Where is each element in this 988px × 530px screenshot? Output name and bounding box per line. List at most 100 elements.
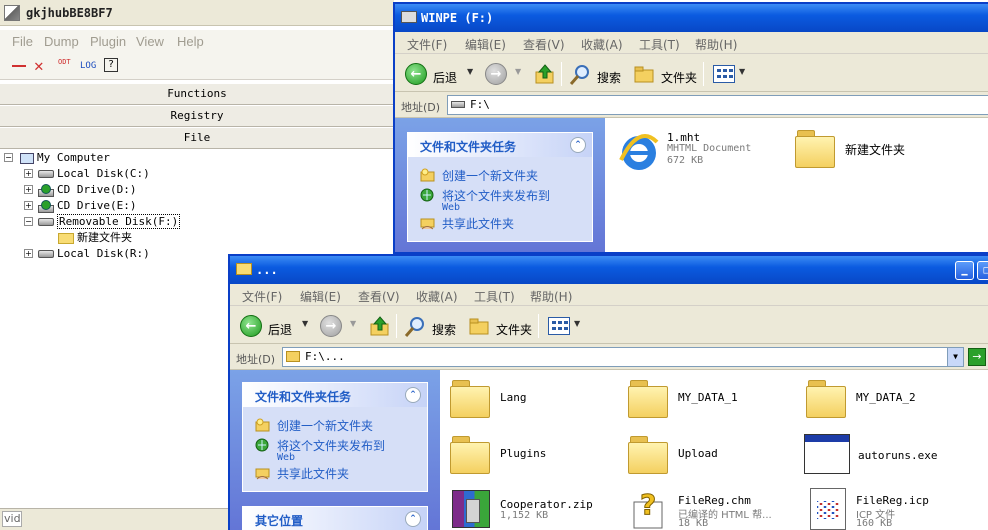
file-item-my-data-2[interactable]: MY_DATA_2 (806, 378, 976, 426)
tree-local-disk-r[interactable]: Local Disk(R:) (38, 246, 150, 262)
chevron-down-icon[interactable]: ▼ (302, 319, 308, 328)
file-item-lang[interactable]: Lang (450, 378, 620, 426)
forward-arrow-icon[interactable]: → (320, 315, 342, 337)
menu-file[interactable]: File (12, 34, 33, 49)
section-functions[interactable]: Functions (0, 83, 394, 105)
close-x-icon[interactable]: ✕ (34, 58, 44, 74)
views-icon[interactable] (713, 65, 735, 83)
tree-cd-drive-e[interactable]: CD Drive(E:) (38, 198, 136, 214)
address-dropdown-chevron-icon[interactable]: ▼ (947, 348, 963, 366)
folder-up-icon[interactable] (370, 316, 390, 336)
file-item-new-folder[interactable]: 新建文件夹 (795, 128, 955, 176)
menu-view[interactable]: View (136, 34, 164, 49)
address-label: 地址(D) (401, 101, 441, 114)
back-button-label[interactable]: 后退 (268, 321, 292, 338)
folders-button-label[interactable]: 文件夹 (496, 321, 532, 338)
minimize-button[interactable]: ▁ (955, 261, 974, 280)
window-title-bar[interactable]: ... ▁ □ (230, 256, 988, 284)
folder-icon (286, 351, 300, 362)
section-registry[interactable]: Registry (0, 105, 394, 127)
maximize-button[interactable]: □ (977, 261, 988, 280)
window-title-bar[interactable]: WINPE (F:) (395, 4, 988, 32)
search-icon[interactable] (569, 64, 591, 86)
chevron-down-icon[interactable]: ▼ (467, 67, 473, 76)
menu-dump[interactable]: Dump (44, 34, 79, 49)
log-button[interactable]: LOG (80, 58, 96, 74)
views-icon[interactable] (548, 317, 570, 335)
file-item-plugins[interactable]: Plugins (450, 434, 620, 482)
menu-help[interactable]: Help (177, 34, 204, 49)
expand-icon[interactable]: + (24, 249, 33, 258)
tree-my-computer[interactable]: My Computer (20, 150, 110, 166)
go-arrow-icon[interactable]: → (968, 348, 986, 366)
file-item-filereg-chm[interactable]: ? FileReg.chm 已编译的 HTML 帮... 18 KB (628, 488, 798, 530)
tree-local-disk-c[interactable]: Local Disk(C:) (38, 166, 150, 182)
menu-edit[interactable]: 编辑(E) (300, 288, 341, 305)
chevron-down-icon[interactable]: ▼ (350, 319, 356, 328)
tree-removable-disk-f[interactable]: Removable Disk(F:) (38, 214, 181, 230)
tree-new-folder[interactable]: 新建文件夹 (58, 230, 132, 246)
menu-edit[interactable]: 编辑(E) (465, 36, 506, 53)
menu-tools[interactable]: 工具(T) (639, 36, 680, 53)
file-tasks-panel: 文件和文件夹任务 ⌃ 创建一个新文件夹 将这个文件夹发布到 Web 共享此文件夹 (407, 132, 593, 242)
back-button-label[interactable]: 后退 (433, 69, 457, 86)
task-panel-title[interactable]: 文件和文件夹任务 ⌃ (408, 133, 592, 157)
menu-favorites[interactable]: 收藏(A) (416, 288, 458, 305)
menu-view[interactable]: 查看(V) (358, 288, 400, 305)
folders-button-label[interactable]: 文件夹 (661, 69, 697, 86)
file-name: Upload (678, 447, 718, 460)
expand-icon[interactable]: + (24, 169, 33, 178)
file-item-cooperator-zip[interactable]: Cooperator.zip 1,152 KB (450, 490, 620, 530)
address-bar: 地址(D) F:\... ▼ → (230, 344, 988, 370)
search-button-label[interactable]: 搜索 (432, 321, 456, 338)
expand-icon[interactable]: + (24, 201, 33, 210)
file-item-mht[interactable]: 1.mht MHTML Document 672 KB (617, 128, 777, 176)
drive-icon (38, 170, 54, 178)
file-item-upload[interactable]: Upload (628, 434, 798, 482)
help-button[interactable]: ? (104, 58, 118, 72)
chevron-down-icon[interactable]: ▼ (574, 319, 580, 328)
folder-icon (806, 380, 846, 418)
menu-help[interactable]: 帮助(H) (530, 288, 572, 305)
menu-file[interactable]: 文件(F) (407, 36, 447, 53)
forward-arrow-icon[interactable]: → (485, 63, 507, 85)
expand-icon[interactable]: + (24, 185, 33, 194)
search-button-label[interactable]: 搜索 (597, 69, 621, 86)
file-name: MY_DATA_2 (856, 391, 916, 404)
task-panel-title[interactable]: 文件和文件夹任务 ⌃ (243, 383, 427, 407)
search-icon[interactable] (404, 316, 426, 338)
address-input[interactable]: F:\... ▼ (282, 347, 964, 367)
tree-cd-drive-d[interactable]: CD Drive(D:) (38, 182, 136, 198)
back-arrow-icon[interactable]: ← (405, 63, 427, 85)
back-arrow-icon[interactable]: ← (240, 315, 262, 337)
drive-icon (401, 11, 417, 23)
odt-button[interactable]: ODT (58, 58, 72, 74)
menu-help[interactable]: 帮助(H) (695, 36, 737, 53)
folders-icon[interactable] (633, 64, 655, 84)
file-item-filereg-icp[interactable]: FileReg.icp ICP 文件 160 KB (806, 488, 976, 530)
collapse-chevron-icon[interactable]: ⌃ (570, 137, 586, 153)
file-name: MY_DATA_1 (678, 391, 738, 404)
collapse-chevron-icon[interactable]: ⌃ (405, 387, 421, 403)
menu-file[interactable]: 文件(F) (242, 288, 282, 305)
collapse-chevron-icon[interactable]: ⌃ (405, 511, 421, 527)
app-icon (4, 5, 20, 21)
other-places-title[interactable]: 其它位置 ⌃ (243, 507, 427, 530)
file-item-my-data-1[interactable]: MY_DATA_1 (628, 378, 798, 426)
minus-icon[interactable] (12, 65, 26, 67)
menu-plugin[interactable]: Plugin (90, 34, 126, 49)
menu-favorites[interactable]: 收藏(A) (581, 36, 623, 53)
collapse-icon[interactable]: − (4, 153, 13, 162)
menu-view[interactable]: 查看(V) (523, 36, 565, 53)
collapse-icon[interactable]: − (24, 217, 33, 226)
new-folder-icon (255, 418, 270, 432)
chevron-down-icon[interactable]: ▼ (739, 67, 745, 76)
file-item-autoruns[interactable]: autoruns.exe (804, 432, 974, 480)
folder-up-icon[interactable] (535, 64, 555, 84)
menu-tools[interactable]: 工具(T) (474, 288, 515, 305)
folders-icon[interactable] (468, 316, 490, 336)
section-file[interactable]: File (0, 127, 394, 149)
chevron-down-icon[interactable]: ▼ (515, 67, 521, 76)
address-input[interactable]: F:\ (447, 95, 988, 115)
toolbar-separator (396, 314, 397, 338)
